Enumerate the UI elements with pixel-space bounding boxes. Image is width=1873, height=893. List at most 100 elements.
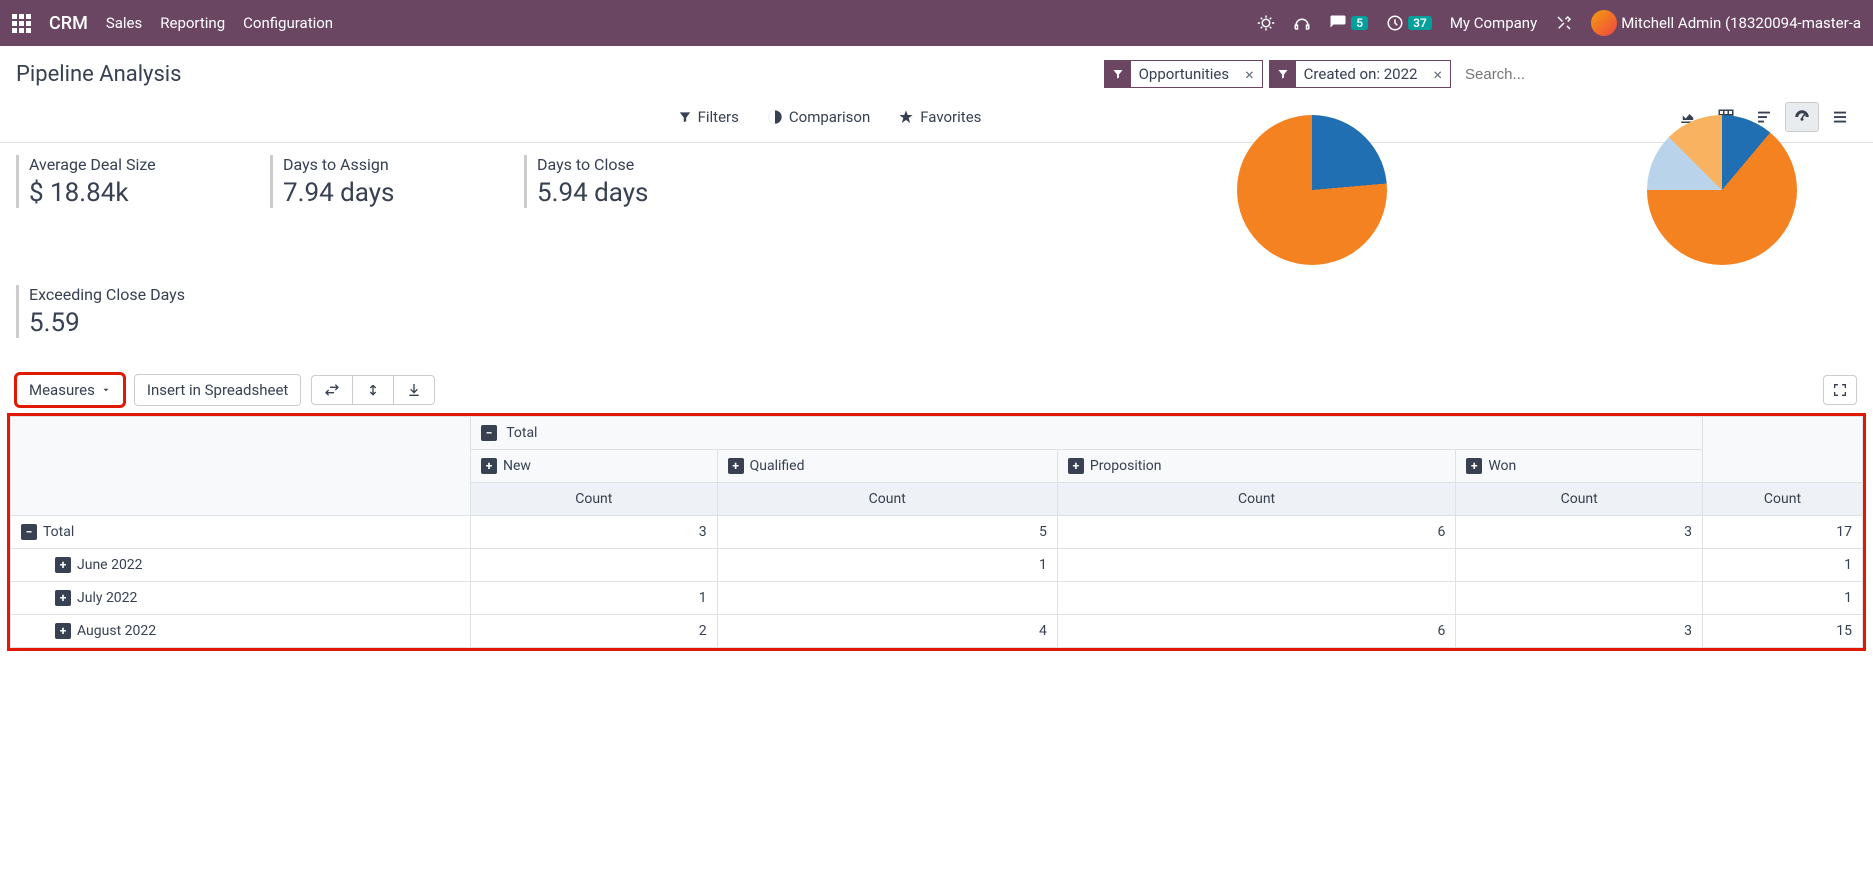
expand-icon[interactable]: +: [1466, 458, 1482, 474]
expand-all-button[interactable]: [352, 375, 393, 405]
kpi-avg-deal: Average Deal Size $ 18.84k: [16, 155, 246, 208]
view-list[interactable]: [1823, 102, 1857, 132]
insert-label: Insert in Spreadsheet: [147, 381, 288, 399]
nav-configuration[interactable]: Configuration: [243, 14, 333, 32]
pie-charts: [1237, 115, 1797, 265]
pivot-toolbar: Measures Insert in Spreadsheet: [0, 368, 1873, 416]
pie-chart-2: [1647, 115, 1797, 265]
apps-icon[interactable]: [12, 14, 31, 33]
close-icon[interactable]: ×: [1237, 65, 1262, 84]
app-brand[interactable]: CRM: [49, 13, 88, 34]
navbar: CRM Sales Reporting Configuration 5 37 M…: [0, 0, 1873, 46]
cell[interactable]: [1057, 549, 1455, 582]
collapse-icon[interactable]: −: [21, 524, 37, 540]
filter-chip-created-on[interactable]: Created on: 2022 ×: [1269, 60, 1451, 88]
activities-badge: 37: [1408, 16, 1432, 30]
cell[interactable]: [471, 549, 718, 582]
cell[interactable]: 15: [1703, 615, 1863, 648]
row-header[interactable]: +August 2022: [11, 615, 471, 648]
page-title: Pipeline Analysis: [16, 62, 182, 87]
cell[interactable]: 2: [471, 615, 718, 648]
favorites-dropdown[interactable]: Favorites: [898, 108, 981, 126]
activities-icon[interactable]: 37: [1386, 14, 1432, 32]
table-row: +August 2022246315: [11, 615, 1863, 648]
cell[interactable]: 1: [471, 582, 718, 615]
favorites-label: Favorites: [920, 108, 981, 126]
table-row: +July 202211: [11, 582, 1863, 615]
count-header: Count: [471, 483, 718, 516]
kpi-value: 5.59: [29, 308, 246, 338]
expand-icon[interactable]: +: [55, 623, 71, 639]
kpi-label: Days to Close: [537, 155, 754, 174]
col-header[interactable]: +New: [471, 450, 718, 483]
cell[interactable]: 6: [1057, 615, 1455, 648]
col-total-header[interactable]: − Total: [471, 417, 1703, 450]
user-name: Mitchell Admin (18320094-master-a: [1621, 14, 1861, 32]
filters-dropdown[interactable]: Filters: [678, 108, 739, 126]
user-menu[interactable]: Mitchell Admin (18320094-master-a: [1591, 10, 1861, 36]
cell[interactable]: 6: [1057, 516, 1455, 549]
pivot-table: − Total +New+Qualified+Proposition+Won C…: [10, 416, 1863, 648]
cell[interactable]: [1456, 582, 1703, 615]
avatar: [1591, 10, 1617, 36]
cell[interactable]: 17: [1703, 516, 1863, 549]
insert-spreadsheet-button[interactable]: Insert in Spreadsheet: [134, 374, 301, 406]
support-icon[interactable]: [1293, 14, 1311, 32]
kpi-value: 7.94 days: [283, 178, 500, 208]
expand-icon[interactable]: +: [55, 557, 71, 573]
debug-icon[interactable]: [1257, 14, 1275, 32]
table-row: −Total356317: [11, 516, 1863, 549]
cell[interactable]: 3: [1456, 615, 1703, 648]
kpi-label: Exceeding Close Days: [29, 285, 246, 304]
kpi-row: Average Deal Size $ 18.84k Days to Assig…: [0, 143, 1873, 265]
search-input[interactable]: [1457, 62, 1857, 87]
cell[interactable]: 3: [1456, 516, 1703, 549]
expand-icon[interactable]: +: [55, 590, 71, 606]
close-icon[interactable]: ×: [1425, 65, 1450, 84]
table-row: +June 2022 1 1: [11, 549, 1863, 582]
flip-axis-button[interactable]: [311, 375, 352, 405]
col-header[interactable]: +Proposition: [1057, 450, 1455, 483]
tools-icon[interactable]: [1555, 14, 1573, 32]
cell[interactable]: 3: [471, 516, 718, 549]
download-button[interactable]: [393, 375, 435, 405]
cell[interactable]: 1: [1703, 582, 1863, 615]
funnel-icon: [1270, 61, 1296, 87]
cell[interactable]: [717, 582, 1057, 615]
expand-icon[interactable]: +: [728, 458, 744, 474]
filter-chip-opportunities[interactable]: Opportunities ×: [1104, 60, 1263, 88]
fullscreen-button[interactable]: [1823, 375, 1857, 405]
company-switcher[interactable]: My Company: [1450, 14, 1537, 32]
row-header[interactable]: −Total: [11, 516, 471, 549]
search-area: Opportunities × Created on: 2022 ×: [1104, 60, 1857, 88]
count-header: Count: [1057, 483, 1455, 516]
count-header: Count: [717, 483, 1057, 516]
kpi-value: 5.94 days: [537, 178, 754, 208]
caret-down-icon: [101, 385, 111, 395]
kpi-exceed: Exceeding Close Days 5.59: [16, 285, 246, 338]
cell[interactable]: 4: [717, 615, 1057, 648]
expand-icon[interactable]: +: [481, 458, 497, 474]
col-header[interactable]: +Won: [1456, 450, 1703, 483]
cell[interactable]: 1: [717, 549, 1057, 582]
pivot-grand-col: [1703, 417, 1863, 483]
row-header[interactable]: +July 2022: [11, 582, 471, 615]
collapse-icon[interactable]: −: [481, 425, 497, 441]
cell[interactable]: 5: [717, 516, 1057, 549]
cell[interactable]: 1: [1703, 549, 1863, 582]
row-header[interactable]: +June 2022: [11, 549, 471, 582]
kpi-days-assign: Days to Assign 7.94 days: [270, 155, 500, 208]
pivot-btn-group: [311, 375, 435, 405]
nav-sales[interactable]: Sales: [106, 14, 142, 32]
measures-button[interactable]: Measures: [16, 374, 124, 406]
cell[interactable]: [1456, 549, 1703, 582]
comparison-dropdown[interactable]: Comparison: [767, 108, 870, 126]
expand-icon[interactable]: +: [1068, 458, 1084, 474]
count-header: Count: [1703, 483, 1863, 516]
cell[interactable]: [1057, 582, 1455, 615]
chip-label: Opportunities: [1131, 65, 1238, 83]
col-header[interactable]: +Qualified: [717, 450, 1057, 483]
nav-reporting[interactable]: Reporting: [160, 14, 225, 32]
messages-icon[interactable]: 5: [1329, 14, 1368, 32]
pivot-corner: [11, 417, 471, 516]
